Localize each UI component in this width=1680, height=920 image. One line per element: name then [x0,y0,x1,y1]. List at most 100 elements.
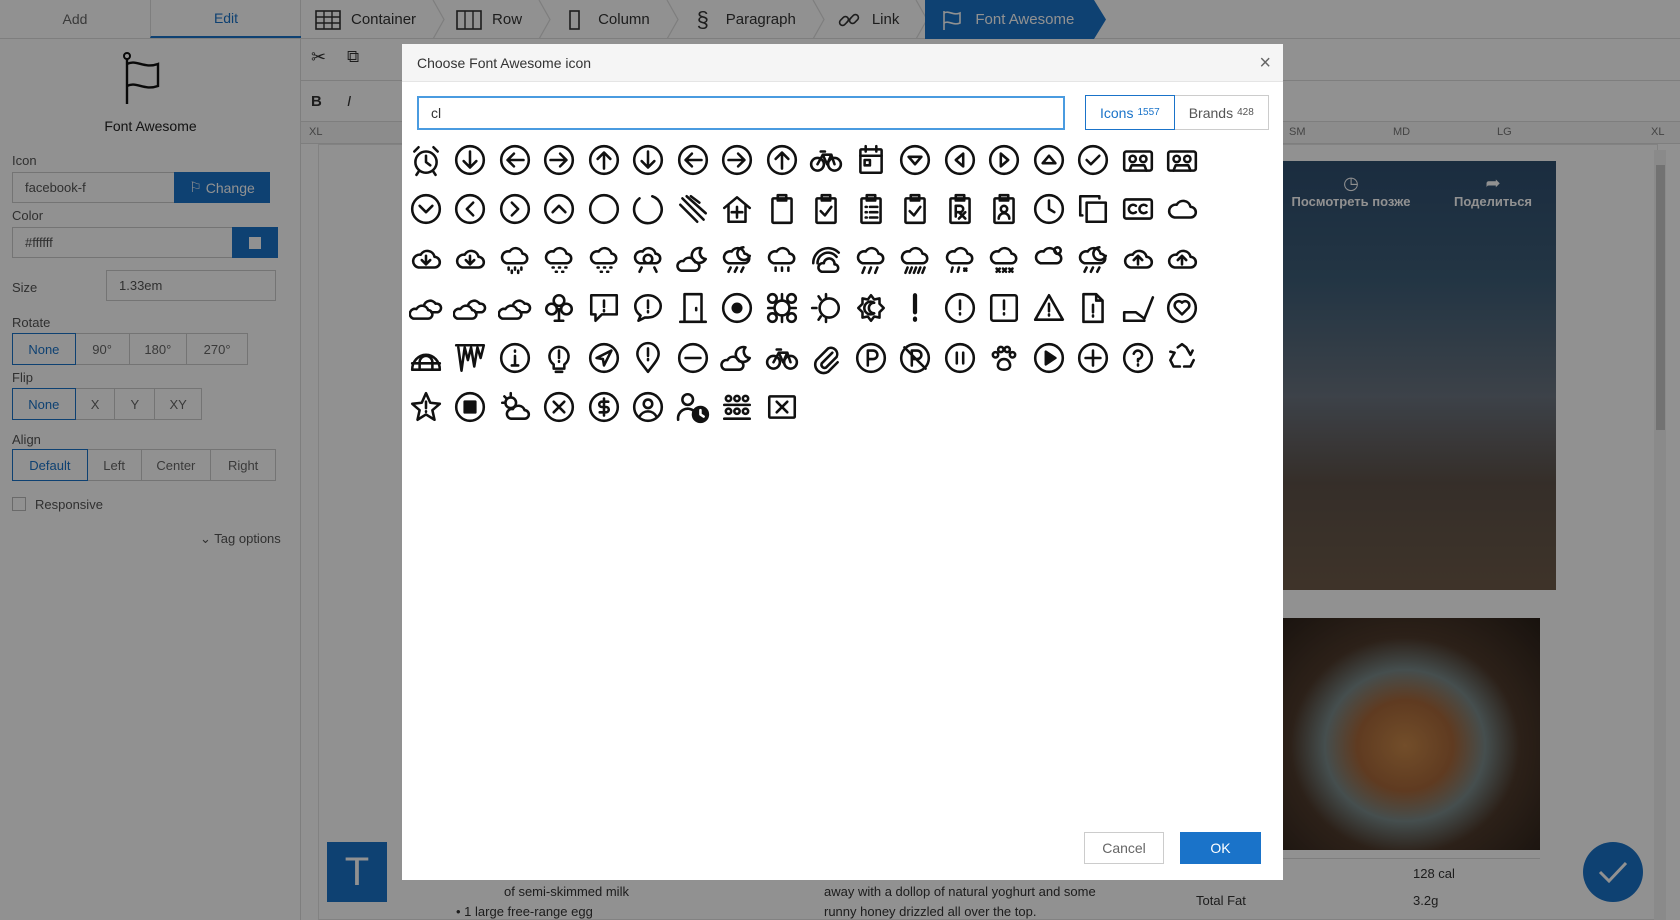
star-exclamation-icon[interactable] [406,387,446,427]
clipboard-user-icon[interactable] [984,189,1024,229]
cloud-upload-alt-icon[interactable] [1162,239,1202,279]
user-clock-icon[interactable] [673,387,713,427]
chevron-circle-up-icon[interactable] [539,189,579,229]
cloud-sleet-icon[interactable] [940,239,980,279]
parking-circle-icon[interactable] [851,338,891,378]
cassette-tape-icon[interactable] [1118,140,1158,180]
eclipse-icon[interactable] [806,288,846,328]
tab-brands[interactable]: Brands 428 [1175,96,1268,129]
icon-search-input[interactable] [417,96,1065,130]
clouds-icon[interactable] [406,288,446,328]
exclamation-triangle-icon[interactable] [1029,288,1069,328]
clouds-sun-icon[interactable] [495,288,535,328]
info-circle-icon[interactable] [495,338,535,378]
calendar-day-icon[interactable] [851,140,891,180]
caret-circle-up-icon[interactable] [1029,140,1069,180]
users-class-icon[interactable] [717,387,757,427]
claw-marks-icon[interactable] [673,189,713,229]
clinic-medical-icon[interactable] [717,189,757,229]
ok-button[interactable]: OK [1180,832,1261,864]
cloud-drizzle-icon[interactable] [495,239,535,279]
usd-circle-icon[interactable] [584,387,624,427]
stop-circle-icon[interactable] [450,387,490,427]
comment-alt-exclamation-icon[interactable] [584,288,624,328]
clone-icon[interactable] [1073,189,1113,229]
lightbulb-exclamation-icon[interactable] [539,338,579,378]
exclamation-icon[interactable] [895,288,935,328]
exclamation-square-icon[interactable] [984,288,1024,328]
paw-claws-icon[interactable] [984,338,1024,378]
cloud-hail-icon[interactable] [539,239,579,279]
sun-cloud-icon[interactable] [495,387,535,427]
plus-circle-icon[interactable] [1073,338,1113,378]
eclipse-alt-icon[interactable] [851,288,891,328]
igloo-icon[interactable] [406,338,446,378]
clipboard-check-icon[interactable] [806,189,846,229]
caret-circle-right-icon[interactable] [984,140,1024,180]
chevron-circle-left-icon[interactable] [450,189,490,229]
arrow-alt-circle-down-icon[interactable] [450,140,490,180]
closed-captioning-icon[interactable] [1118,189,1158,229]
chevron-circle-down-icon[interactable] [406,189,446,229]
arrow-alt-circle-up-icon[interactable] [584,140,624,180]
times-circle-icon[interactable] [539,387,579,427]
cassette-tape-alt-icon[interactable] [1162,140,1202,180]
cloud-moon-icon[interactable] [673,239,713,279]
cloud-showers-heavy-icon[interactable] [895,239,935,279]
drone-alt-icon[interactable] [762,288,802,328]
pause-circle-icon[interactable] [940,338,980,378]
dot-circle-icon[interactable] [717,288,757,328]
chevron-circle-right-icon[interactable] [495,189,535,229]
clouds-moon-icon[interactable] [450,288,490,328]
heart-circle-icon[interactable] [1162,288,1202,328]
clipboard-list-check-icon[interactable] [895,189,935,229]
play-circle-icon[interactable] [1029,338,1069,378]
clipboard-list-icon[interactable] [851,189,891,229]
exclamation-circle-icon[interactable] [940,288,980,328]
cloud-hail-mixed-icon[interactable] [584,239,624,279]
clipboard-icon[interactable] [762,189,802,229]
check-circle-icon[interactable] [1073,140,1113,180]
circle-notch-icon[interactable] [628,189,668,229]
map-marker-exclamation-icon[interactable] [628,338,668,378]
arrow-circle-left-icon[interactable] [673,140,713,180]
arrow-circle-right-icon[interactable] [717,140,757,180]
minus-circle-icon[interactable] [673,338,713,378]
cloud-meatball-icon[interactable] [628,239,668,279]
hand-holding-seedling-icon[interactable] [1118,288,1158,328]
window-close-icon[interactable] [762,387,802,427]
cloud-snow-icon[interactable] [984,239,1024,279]
user-circle-icon[interactable] [628,387,668,427]
arrow-circle-down-icon[interactable] [628,140,668,180]
cloud-sun-rain-icon[interactable] [1073,239,1113,279]
arrow-circle-up-icon[interactable] [762,140,802,180]
cloud-moon-rain-icon[interactable] [717,239,757,279]
caret-circle-left-icon[interactable] [940,140,980,180]
cloud-showers-icon[interactable] [851,239,891,279]
cloud-sun-icon[interactable] [1029,239,1069,279]
circle-icon[interactable] [584,189,624,229]
cloud-icon[interactable] [1162,189,1202,229]
paperclip-icon[interactable] [806,338,846,378]
question-circle-icon[interactable] [1118,338,1158,378]
location-circle-icon[interactable] [584,338,624,378]
parking-circle-slash-icon[interactable] [895,338,935,378]
close-icon[interactable]: × [1259,53,1271,73]
club-icon[interactable] [539,288,579,328]
bicycle-icon[interactable] [806,140,846,180]
icicles-icon[interactable] [450,338,490,378]
recycle-icon[interactable] [1162,338,1202,378]
clipboard-prescription-icon[interactable] [940,189,980,229]
comment-exclamation-icon[interactable] [628,288,668,328]
cancel-button[interactable]: Cancel [1084,832,1164,864]
arrow-alt-circle-left-icon[interactable] [495,140,535,180]
door-closed-icon[interactable] [673,288,713,328]
caret-circle-down-icon[interactable] [895,140,935,180]
clock-icon[interactable] [1029,189,1069,229]
motorcycle-icon[interactable] [762,338,802,378]
cloud-rain-icon[interactable] [762,239,802,279]
cloud-download-icon[interactable] [406,239,446,279]
tab-icons[interactable]: Icons 1557 [1085,95,1175,130]
alarm-clock-icon[interactable] [406,140,446,180]
file-exclamation-icon[interactable] [1073,288,1113,328]
